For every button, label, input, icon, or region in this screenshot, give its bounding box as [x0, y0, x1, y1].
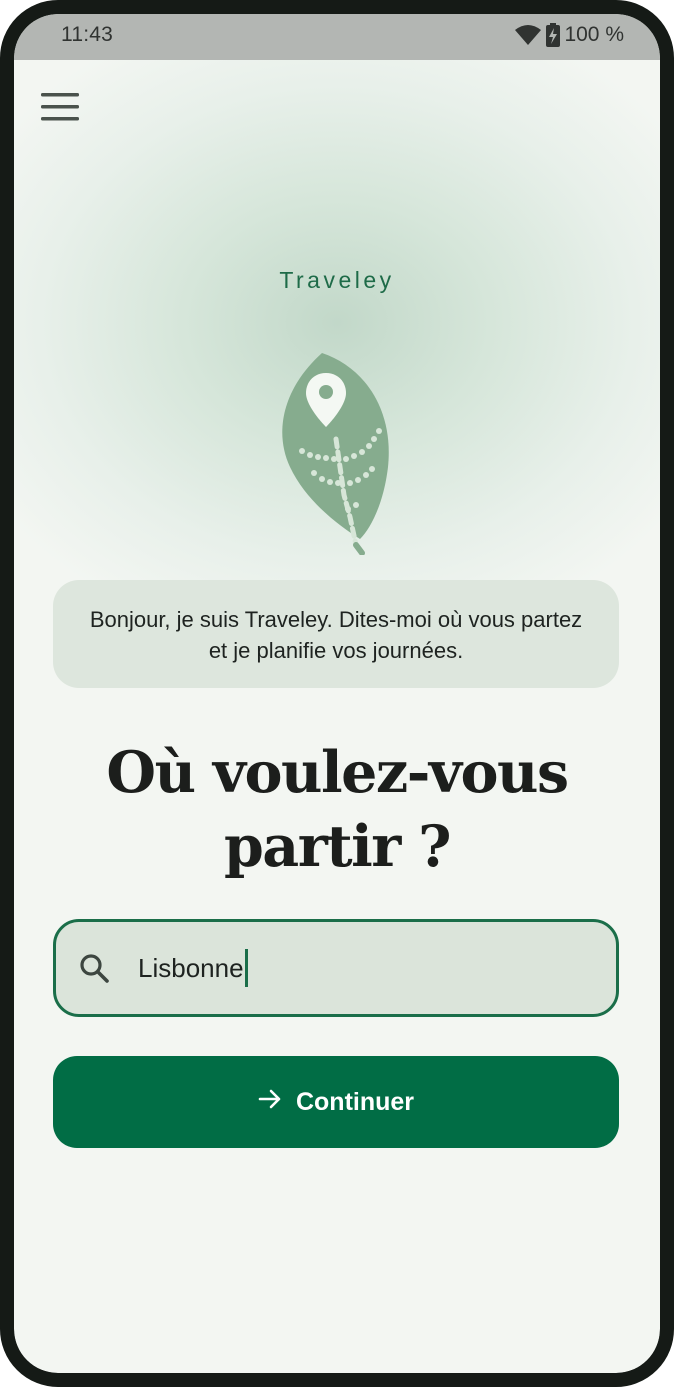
page-title: Où voulez-vous partir ?: [106, 739, 569, 880]
intro-message-bubble: Bonjour, je suis Traveley. Dites-moi où …: [53, 580, 619, 688]
wifi-icon: [514, 24, 542, 46]
intro-message-text: Bonjour, je suis Traveley. Dites-moi où …: [89, 607, 583, 663]
device-frame: 11:43 100 % Traveley Bonjour, je suis Tr…: [0, 0, 674, 1387]
search-input[interactable]: Lisbonne: [138, 949, 248, 987]
status-bar: 11:43 100 %: [14, 14, 660, 60]
leaf-location-pin-icon: [276, 349, 398, 560]
status-icons: 100 %: [514, 23, 624, 47]
menu-button[interactable]: [34, 86, 88, 132]
status-time: 11:43: [61, 23, 113, 46]
arrow-right-icon: [258, 1088, 282, 1117]
brand-name: Traveley: [279, 267, 395, 293]
continue-button-label: Continuer: [295, 1087, 415, 1116]
text-cursor: [244, 949, 248, 987]
battery-percentage: 100 %: [564, 23, 624, 46]
app-screen: 11:43 100 % Traveley Bonjour, je suis Tr…: [14, 14, 660, 1373]
search-icon: [76, 950, 112, 986]
continue-button[interactable]: Continuer: [53, 1056, 619, 1148]
battery-icon: [546, 23, 561, 47]
hamburger-menu-icon: [41, 92, 81, 126]
search-input-value: Lisbonne: [138, 952, 244, 983]
destination-search-field[interactable]: Lisbonne: [53, 919, 619, 1017]
